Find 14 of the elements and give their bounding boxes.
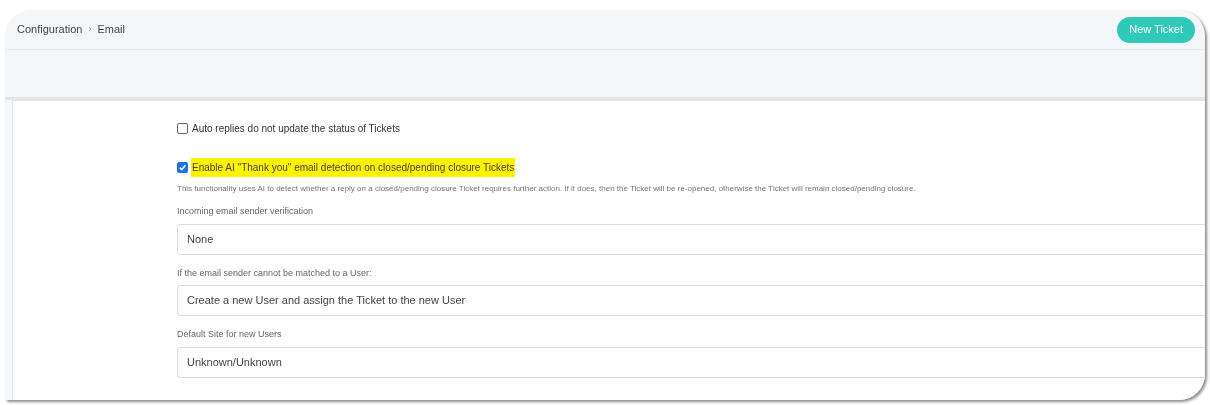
field-label: If the email sender cannot be matched to a User:	[177, 266, 373, 280]
breadcrumb-item[interactable]: Email	[97, 21, 125, 38]
field-label: Incoming email sender verification	[177, 205, 315, 218]
checkbox[interactable]	[177, 123, 188, 134]
field-label: Default Site for new Users	[177, 328, 283, 341]
select-field[interactable]: Create a new User and assign the Ticket to the new User	[177, 285, 1205, 316]
checkbox[interactable]	[177, 162, 188, 173]
breadcrumb-separator: ›	[88, 22, 92, 36]
checkbox-label: Enable AI "Thank you" email detection on closed/pending closure Tickets	[191, 158, 516, 177]
description-text: This functionality uses AI to detect whether a reply on a closed/pending closure Ticket requires further action. If it does, then the Ticket will be re-opened, otherwise the Ticket will remain closed/pending closure.	[177, 183, 917, 195]
select-field[interactable]: None	[177, 223, 1205, 255]
breadcrumb-item[interactable]: Configuration	[17, 21, 83, 38]
checkbox-label: Auto replies do not update the status of Tickets	[191, 122, 401, 136]
select-field[interactable]: Unknown/Unknown	[177, 346, 1205, 378]
